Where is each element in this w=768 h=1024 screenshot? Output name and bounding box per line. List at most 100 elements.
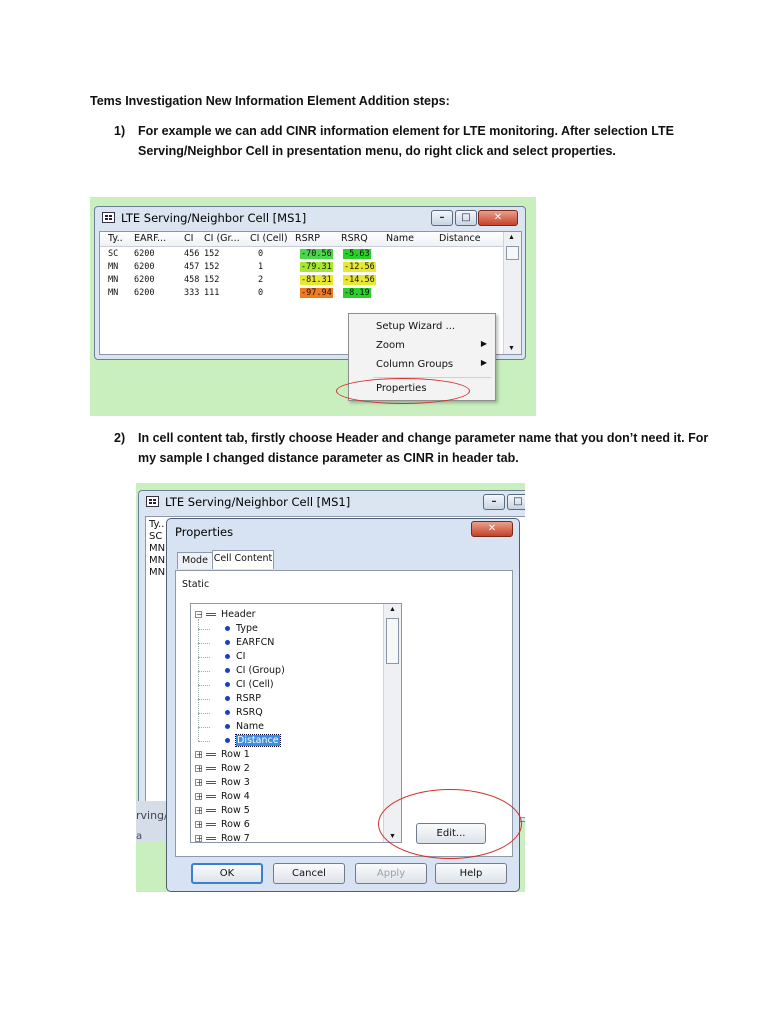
bullet-icon xyxy=(225,626,230,631)
expand-icon[interactable]: + xyxy=(195,835,203,842)
cell-ci-group: 152 xyxy=(204,262,220,272)
table-row[interactable]: MN 6200 457 152 1 -79.31 -12.56 xyxy=(100,261,521,274)
maximize-button[interactable]: □ xyxy=(455,210,477,226)
tree-node-ci[interactable]: CI xyxy=(195,650,385,664)
expand-icon[interactable]: + xyxy=(195,751,203,759)
table-row[interactable]: MN 6200 333 111 0 -97.94 -8.19 xyxy=(100,287,521,300)
background-row: Ty.. xyxy=(149,519,165,530)
dialog-close-button[interactable]: ✕ xyxy=(471,521,513,537)
menu-item-setup-wizard[interactable]: Setup Wizard ... xyxy=(349,317,495,336)
table-row[interactable]: SC 6200 456 152 0 -70.56 -5.63 xyxy=(100,248,521,261)
cell-rsrp: -81.31 xyxy=(300,275,333,285)
tree-node-ci-group[interactable]: CI (Group) xyxy=(195,664,385,678)
expand-icon[interactable]: + xyxy=(195,793,203,801)
background-maximize-button[interactable]: □ xyxy=(507,494,525,510)
col-ci-group[interactable]: CI (Gr... xyxy=(204,233,240,244)
group-icon xyxy=(206,781,216,784)
col-name[interactable]: Name xyxy=(386,233,414,244)
table-row[interactable]: MN 6200 458 152 2 -81.31 -14.56 xyxy=(100,274,521,287)
tree-node-row-2[interactable]: + Row 2 xyxy=(195,762,385,776)
group-icon xyxy=(206,837,216,840)
bullet-icon xyxy=(225,640,230,645)
scroll-thumb[interactable] xyxy=(506,246,519,260)
col-type[interactable]: Ty.. xyxy=(108,233,123,244)
tree-node-header[interactable]: − Header xyxy=(195,608,385,622)
menu-item-column-groups[interactable]: Column Groups ▶ xyxy=(349,355,495,374)
cell-rsrp: -97.94 xyxy=(300,288,333,298)
tree-node-distance[interactable]: Distance xyxy=(195,734,385,748)
cell-ci: 458 xyxy=(184,275,200,285)
cell-content-tree[interactable]: − Header Type EARFCN CI CI (Group) CI (Cell) RS… xyxy=(190,603,402,843)
step1-line1: For example we can add CINR information … xyxy=(138,124,674,138)
background-row: SC xyxy=(149,531,163,542)
col-ci-cell[interactable]: CI (Cell) xyxy=(250,233,288,244)
col-rsrq[interactable]: RSRQ xyxy=(341,233,368,244)
tree-node-row-1[interactable]: + Row 1 xyxy=(195,748,385,762)
tab-cell-content[interactable]: Cell Content xyxy=(212,550,274,569)
expand-icon[interactable]: + xyxy=(195,779,203,787)
tree-node-earfcn[interactable]: EARFCN xyxy=(195,636,385,650)
background-window-title: LTE Serving/Neighbor Cell [MS1] xyxy=(165,495,351,509)
col-earfcn[interactable]: EARF... xyxy=(134,233,166,244)
ok-button[interactable]: OK xyxy=(191,863,263,884)
tree-node-row-5[interactable]: + Row 5 xyxy=(195,804,385,818)
col-rsrp[interactable]: RSRP xyxy=(295,233,320,244)
step2-number: 2) xyxy=(114,431,126,445)
bullet-icon xyxy=(225,696,230,701)
dialog-titlebar[interactable]: Properties ✕ xyxy=(167,519,519,541)
cell-ci: 333 xyxy=(184,288,200,298)
scroll-up-icon[interactable]: ▲ xyxy=(389,606,396,613)
submenu-arrow-icon: ▶ xyxy=(480,339,487,348)
group-icon xyxy=(206,795,216,798)
cell-ci-group: 152 xyxy=(204,275,220,285)
background-minimize-button[interactable]: – xyxy=(483,494,505,510)
window-title: LTE Serving/Neighbor Cell [MS1] xyxy=(121,211,307,225)
expand-icon[interactable]: + xyxy=(195,765,203,773)
apply-button[interactable]: Apply xyxy=(355,863,427,884)
cell-type: MN xyxy=(108,275,119,285)
menu-item-zoom[interactable]: Zoom ▶ xyxy=(349,336,495,355)
help-button[interactable]: Help xyxy=(435,863,507,884)
tree-node-row-3[interactable]: + Row 3 xyxy=(195,776,385,790)
tree-node-rsrq[interactable]: RSRQ xyxy=(195,706,385,720)
col-distance[interactable]: Distance xyxy=(439,233,481,244)
table-scrollbar[interactable]: ▲ ▼ xyxy=(503,232,521,354)
cell-ci: 457 xyxy=(184,262,200,272)
step1-line2: Serving/Neighbor Cell in presentation me… xyxy=(138,144,616,158)
tab-mode[interactable]: Mode xyxy=(177,552,213,569)
group-icon xyxy=(206,809,216,812)
scroll-thumb[interactable] xyxy=(386,618,399,664)
cell-ci-group: 111 xyxy=(204,288,220,298)
bullet-icon xyxy=(225,710,230,715)
collapse-icon[interactable]: − xyxy=(195,611,203,619)
expand-icon[interactable]: + xyxy=(195,807,203,815)
background-fragment: a xyxy=(136,831,143,842)
tree-node-row-6[interactable]: + Row 6 xyxy=(195,818,385,832)
tree-node-name[interactable]: Name xyxy=(195,720,385,734)
cancel-button[interactable]: Cancel xyxy=(273,863,345,884)
group-icon xyxy=(206,767,216,770)
background-titlebar: LTE Serving/Neighbor Cell [MS1] – □ xyxy=(139,491,525,513)
tree-node-rsrp[interactable]: RSRP xyxy=(195,692,385,706)
cell-ci: 456 xyxy=(184,249,200,259)
tree-node-type[interactable]: Type xyxy=(195,622,385,636)
col-ci[interactable]: CI xyxy=(184,233,193,244)
cell-ci-group: 152 xyxy=(204,249,220,259)
scroll-down-icon[interactable]: ▼ xyxy=(508,345,515,352)
expand-icon[interactable]: + xyxy=(195,821,203,829)
tree-node-ci-cell[interactable]: CI (Cell) xyxy=(195,678,385,692)
minimize-button[interactable]: – xyxy=(431,210,453,226)
dialog-tabs: Mode Cell Content xyxy=(177,550,435,572)
cell-type: SC xyxy=(108,249,119,259)
tree-connector xyxy=(198,685,210,686)
window-titlebar[interactable]: LTE Serving/Neighbor Cell [MS1] – □ ✕ xyxy=(95,207,525,229)
cell-earfcn: 6200 xyxy=(134,288,155,298)
step2-line2: my sample I changed distance parameter a… xyxy=(138,451,519,465)
submenu-arrow-icon: ▶ xyxy=(480,358,487,367)
close-button[interactable]: ✕ xyxy=(478,210,518,226)
scroll-up-icon[interactable]: ▲ xyxy=(508,234,515,241)
tree-node-row-4[interactable]: + Row 4 xyxy=(195,790,385,804)
tree-node-row-7[interactable]: + Row 7 xyxy=(195,832,385,842)
cell-ci-cell: 2 xyxy=(258,275,264,285)
cell-rsrq: -5.63 xyxy=(343,249,371,259)
